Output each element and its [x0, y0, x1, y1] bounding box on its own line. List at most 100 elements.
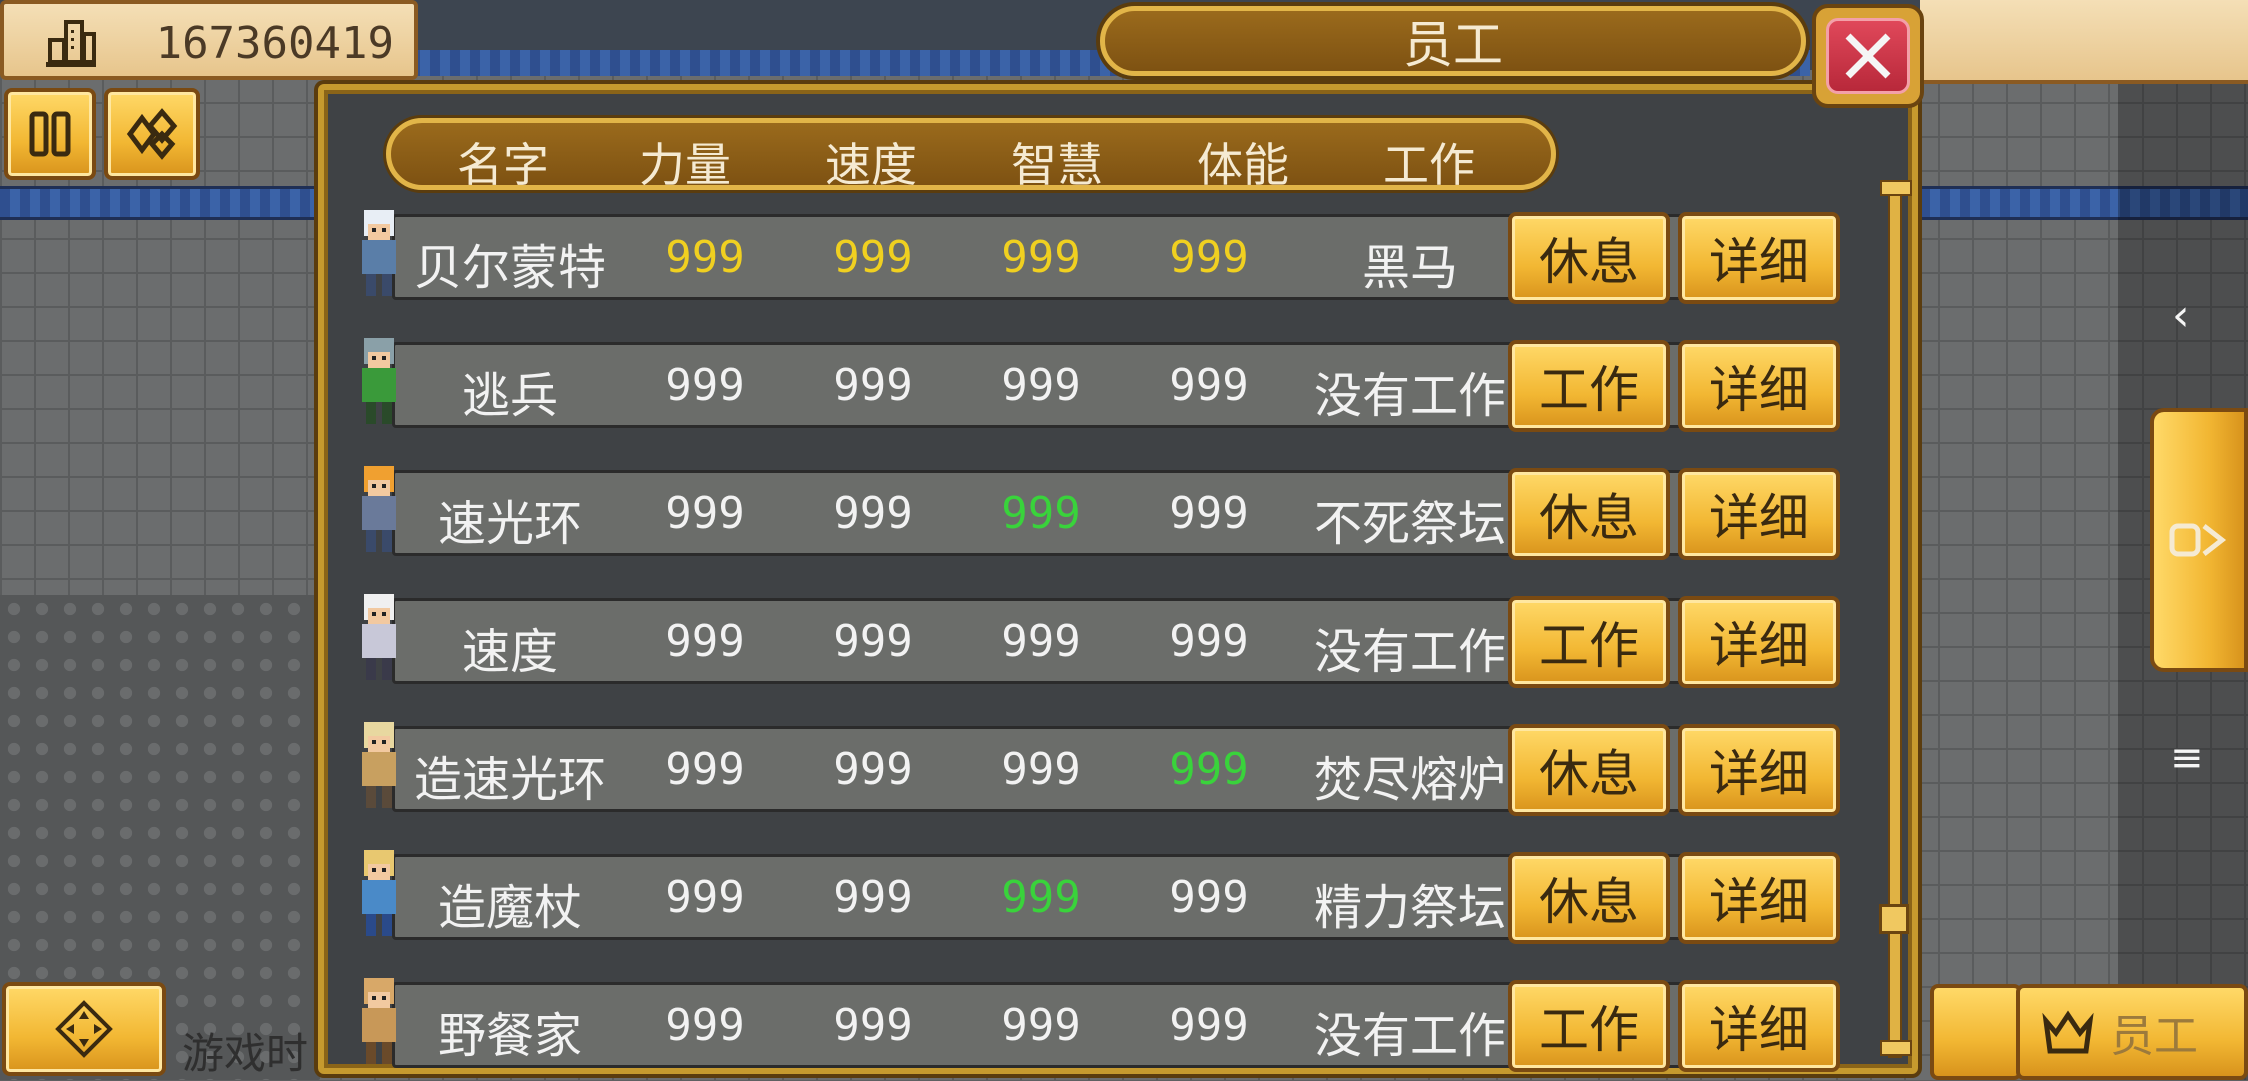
employee-detail-button[interactable]: 详细 — [1678, 980, 1840, 1072]
employee-row: 速光环 999 999 999 999 不死祭坛 休息 详细 — [350, 462, 1840, 560]
employee-detail-button[interactable]: 详细 — [1678, 724, 1840, 816]
employee-row: 造魔杖 999 999 999 999 精力祭坛 休息 详细 — [350, 846, 1840, 944]
employee-wisdom: 999 — [1001, 360, 1081, 411]
employee-detail-label: 详细 — [1709, 489, 1809, 547]
dpad-button[interactable] — [2, 982, 166, 1076]
bottom-tab-button[interactable] — [1930, 984, 2022, 1080]
pause-icon — [29, 111, 71, 157]
employee-name: 速度 — [461, 624, 558, 680]
employee-avatar-icon — [362, 338, 396, 424]
employee-action-button[interactable]: 休息 — [1508, 724, 1670, 816]
menu-icon[interactable]: ≡ — [2170, 735, 2204, 781]
staff-tab-label: 员工 — [2110, 1011, 2198, 1062]
employee-detail-label: 详细 — [1709, 617, 1809, 675]
employee-wisdom: 999 — [1001, 744, 1081, 795]
scrollbar-cap-top — [1880, 180, 1912, 196]
employee-stamina: 999 — [1169, 488, 1249, 539]
employee-job: 不死祭坛 — [1313, 496, 1506, 552]
employee-wisdom: 999 — [1001, 232, 1081, 283]
employee-speed: 999 — [833, 1000, 913, 1051]
side-tab-button[interactable] — [2150, 408, 2248, 672]
employee-detail-label: 详细 — [1709, 233, 1809, 291]
column-header-wisdom: 智慧 — [1011, 138, 1103, 192]
employee-wisdom: 999 — [1001, 616, 1081, 667]
employee-speed: 999 — [833, 872, 913, 923]
employee-stamina: 999 — [1169, 616, 1249, 667]
employee-speed: 999 — [833, 616, 913, 667]
employee-detail-button[interactable]: 详细 — [1678, 340, 1840, 432]
employee-action-label: 休息 — [1539, 233, 1639, 291]
top-right-panel — [1920, 0, 2248, 84]
employee-name: 野餐家 — [437, 1008, 582, 1064]
employee-row: 贝尔蒙特 999 999 999 999 黑马 休息 详细 — [350, 206, 1840, 304]
employee-name: 造速光环 — [413, 752, 606, 808]
dpad-icon — [55, 1000, 113, 1058]
employee-avatar-icon — [362, 850, 396, 936]
employee-action-button[interactable]: 休息 — [1508, 852, 1670, 944]
column-header-name: 名字 — [457, 138, 549, 192]
employee-job: 精力祭坛 — [1313, 880, 1506, 936]
side-tab-arrow-icon — [2169, 523, 2227, 557]
employee-action-label: 工作 — [1539, 361, 1639, 419]
employee-detail-label: 详细 — [1709, 745, 1809, 803]
employee-detail-button[interactable]: 详细 — [1678, 212, 1840, 304]
employee-speed: 999 — [833, 232, 913, 283]
table-header: 名字 力量 速度 智慧 体能 工作 — [386, 118, 1556, 192]
money-value: 167360419 — [155, 18, 394, 69]
employee-action-label: 工作 — [1539, 1001, 1639, 1059]
employee-action-label: 休息 — [1539, 873, 1639, 931]
employee-stamina: 999 — [1169, 872, 1249, 923]
employee-avatar-icon — [362, 594, 396, 680]
employee-action-button[interactable]: 工作 — [1508, 980, 1670, 1072]
employee-detail-label: 详细 — [1709, 1001, 1809, 1059]
employee-strength: 999 — [665, 360, 745, 411]
employee-action-button[interactable]: 休息 — [1508, 468, 1670, 560]
money-display: 167360419 — [0, 0, 418, 80]
building-icon — [46, 20, 96, 67]
employee-action-button[interactable]: 休息 — [1508, 212, 1670, 304]
employee-detail-button[interactable]: 详细 — [1678, 852, 1840, 944]
employee-detail-button[interactable]: 详细 — [1678, 596, 1840, 688]
employee-name: 逃兵 — [461, 368, 558, 424]
employee-avatar-icon — [362, 722, 396, 808]
employee-strength: 999 — [665, 616, 745, 667]
employee-avatar-icon — [362, 978, 396, 1064]
column-header-speed: 速度 — [825, 138, 917, 192]
employee-job: 没有工作 — [1313, 624, 1506, 680]
column-header-job: 工作 — [1383, 138, 1475, 192]
employee-action-button[interactable]: 工作 — [1508, 340, 1670, 432]
employee-stamina: 999 — [1169, 744, 1249, 795]
employee-strength: 999 — [665, 232, 745, 283]
close-button[interactable] — [1812, 4, 1924, 108]
employee-action-button[interactable]: 工作 — [1508, 596, 1670, 688]
employee-avatar-icon — [362, 210, 396, 296]
scrollbar-thumb[interactable] — [1879, 904, 1909, 934]
employee-stamina: 999 — [1169, 232, 1249, 283]
employee-name: 造魔杖 — [437, 880, 582, 936]
employee-detail-label: 详细 — [1709, 361, 1809, 419]
column-header-strength: 力量 — [639, 138, 731, 192]
staff-tab-button[interactable]: 员工 — [2016, 984, 2248, 1080]
chevron-left-icon[interactable]: ‹ — [2172, 290, 2190, 341]
employee-action-label: 休息 — [1539, 489, 1639, 547]
employee-wisdom: 999 — [1001, 1000, 1081, 1051]
scrollbar-cap-bottom — [1880, 1040, 1912, 1056]
pause-button[interactable] — [4, 88, 96, 180]
employee-strength: 999 — [665, 488, 745, 539]
close-icon — [1845, 33, 1891, 79]
employee-name: 速光环 — [437, 496, 582, 552]
dialog-title: 员工 — [1100, 6, 1806, 76]
shapes-button[interactable] — [104, 88, 200, 180]
employee-strength: 999 — [665, 744, 745, 795]
employee-speed: 999 — [833, 360, 913, 411]
employee-detail-button[interactable]: 详细 — [1678, 468, 1840, 560]
employee-stamina: 999 — [1169, 360, 1249, 411]
employee-avatar-icon — [362, 466, 396, 552]
dialog-title-text: 员工 — [1403, 16, 1503, 74]
employee-job: 没有工作 — [1313, 1008, 1506, 1064]
column-header-stamina: 体能 — [1197, 138, 1289, 192]
game-time-label: 游戏时 — [182, 1029, 309, 1078]
employee-row: 速度 999 999 999 999 没有工作 工作 详细 — [350, 590, 1840, 688]
employee-action-label: 休息 — [1539, 745, 1639, 803]
employee-speed: 999 — [833, 744, 913, 795]
